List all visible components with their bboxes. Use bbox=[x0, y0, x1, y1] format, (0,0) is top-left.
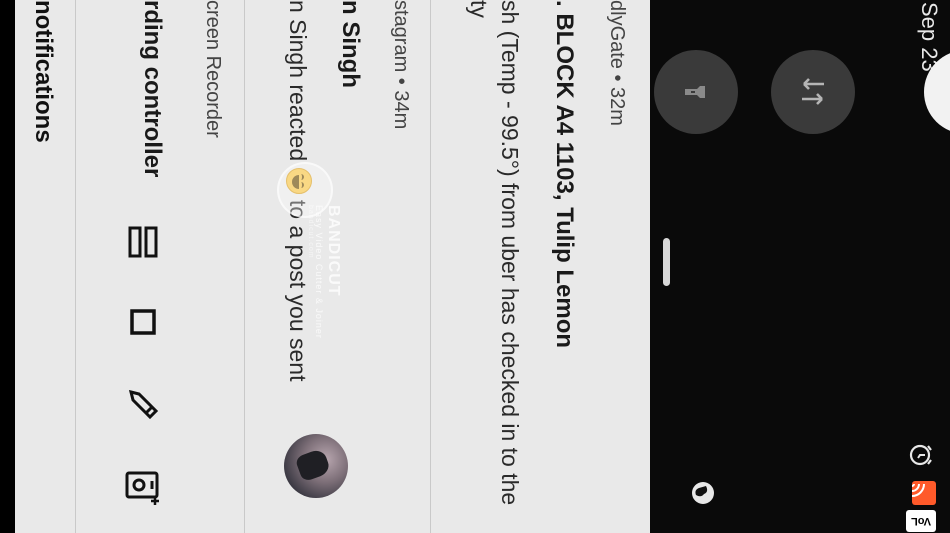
quick-settings-panel: Sep 23 VoL bbox=[0, 0, 950, 533]
notification-shade: dlyGate • 32m . BLOCK A4 1103, Tulip Lem… bbox=[75, 0, 650, 533]
notification-app-meta: stagram • 34m bbox=[390, 0, 412, 130]
flashlight-tile[interactable] bbox=[654, 50, 738, 134]
camera-button[interactable] bbox=[117, 461, 169, 513]
watermark-tagline: Easy Video Cutter & Joiner bbox=[314, 205, 324, 339]
phone-screen: Sep 23 VoL dlyGate • 32m . BLOCK A4 1103… bbox=[0, 0, 950, 533]
watermark-brand: BANDICUT bbox=[325, 205, 342, 297]
notification-app-meta: creen Recorder bbox=[202, 0, 224, 138]
notification-title: . BLOCK A4 1103, Tulip Lemon bbox=[551, 0, 578, 349]
section-header-notifications: notifications bbox=[30, 0, 57, 143]
volte-icon: VoL bbox=[906, 510, 936, 532]
watermark-site: bandicut.com bbox=[307, 205, 314, 259]
bottom-section: notifications bbox=[0, 0, 75, 533]
notification-app-meta: dlyGate • 32m bbox=[606, 0, 628, 126]
notification-title: rding controller bbox=[139, 0, 166, 178]
avatar bbox=[284, 434, 348, 498]
menu-button[interactable] bbox=[117, 216, 169, 268]
notification-body-line-2: ty bbox=[466, 0, 492, 18]
camera-plus-icon bbox=[125, 471, 159, 505]
stop-icon bbox=[130, 309, 156, 335]
cast-icon bbox=[908, 478, 940, 510]
notification-title: n Singh bbox=[337, 0, 364, 88]
notification-mygate[interactable]: dlyGate • 32m . BLOCK A4 1103, Tulip Lem… bbox=[430, 0, 650, 533]
notification-screen-recorder[interactable]: creen Recorder rding controller bbox=[75, 0, 244, 533]
draw-button[interactable] bbox=[117, 378, 169, 430]
menu-icon bbox=[128, 226, 158, 258]
volte-label: VoL bbox=[911, 515, 931, 527]
stop-button[interactable] bbox=[117, 296, 169, 348]
swap-arrows-icon bbox=[802, 78, 824, 105]
flashlight-icon bbox=[685, 86, 705, 98]
notification-instagram[interactable]: stagram • 34m n Singh n Singh reacted to… bbox=[244, 0, 430, 533]
data-transfer-tile[interactable] bbox=[771, 50, 855, 134]
drag-handle[interactable] bbox=[663, 238, 670, 286]
pencil-icon bbox=[128, 389, 159, 420]
globe-icon[interactable] bbox=[690, 480, 716, 506]
watermark: BANDICUT Easy Video Cutter & Joiner band… bbox=[307, 205, 342, 339]
notification-body-line-1: sh (Temp - 99.5°) from uber has checked … bbox=[497, 0, 523, 506]
notification-body-prefix: n Singh reacted bbox=[285, 0, 311, 168]
alarm-icon bbox=[908, 442, 934, 468]
